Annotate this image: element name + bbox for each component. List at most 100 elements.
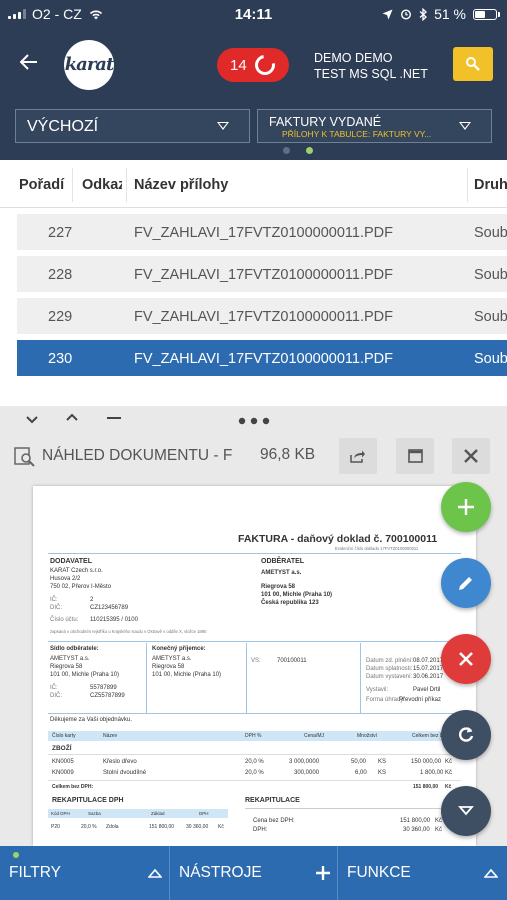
cell-order: 229 [48,309,73,325]
cell-type: Soub [474,267,507,283]
column-divider[interactable] [126,168,127,202]
maximize-button[interactable] [396,438,434,474]
vat-recap-cell: Kč [218,824,224,830]
item-currency: Kč [445,770,453,776]
final-line: AMETYST a.s. [152,656,192,662]
page-dot[interactable] [283,147,290,154]
cell-order: 228 [48,267,73,283]
edit-button[interactable] [441,558,491,608]
column-header-type[interactable]: Druh [474,177,507,193]
divider [48,713,461,714]
more-actions-button[interactable] [441,786,491,836]
item-unit: KS [378,759,387,765]
vat-recap-label: REKAPITULACE DPH [52,797,124,804]
column-divider[interactable] [72,168,73,202]
tab-tools-label: NÁSTROJE [179,864,262,881]
divider [245,808,459,809]
dic-value: CZ123456789 [90,605,129,611]
notification-badge[interactable]: 14 [217,48,289,82]
table-row[interactable]: 229 FV_ZAHLAVI_17FVTZ0100000011.PDF Soub [17,298,507,334]
close-icon [464,449,478,463]
chevron-down-icon [217,122,229,130]
bluetooth-icon [419,7,428,21]
goods-section: ZBOŽÍ [52,745,72,752]
close-preview-button[interactable] [452,438,490,474]
column-header-order[interactable]: Pořadí [19,177,64,193]
customer-name: AMETYST a.s. [261,570,302,576]
item-qty: 6,00 [355,770,367,776]
total-value: 151 800,00 [413,784,439,790]
invoice-page: FAKTURA - daňový doklad č. 700100011 Evi… [33,486,476,846]
minimize-icon[interactable] [107,416,121,420]
invoice-ref: Evidenční číslo dokladu 17FVTZ0100000011 [335,546,419,551]
total-label: Celkem bez DPH: [52,784,94,790]
supplier-line: Husova 2/2 [50,576,81,582]
table-row-selected[interactable]: 230 FV_ZAHLAVI_17FVTZ0100000011.PDF Soub [17,340,507,376]
seat-dic-label: DIČ: [50,693,62,699]
divider [48,641,461,642]
item-price: 3 000,0000 [289,759,320,765]
issuer-label: Vystavil: [366,687,389,693]
vat-recap-cell: P20 [51,824,60,830]
table-select-subtitle: PŘÍLOHY K TABULCE: FAKTURY VY... [282,129,432,139]
view-select[interactable]: VÝCHOZÍ [15,109,250,143]
final-recipient-label: Konečný příjemce: [152,646,206,652]
tab-functions-label: FUNKCE [347,864,411,881]
divider [146,643,147,713]
date-label: Datum vystavení: [366,674,413,680]
cell-type: Soub [474,225,507,241]
preview-title: NÁHLED DOKUMENTU - F [42,447,233,464]
item-name: Křeslo dřevo [103,759,137,765]
recap-row-label: Cena bez DPH: [253,818,295,824]
final-line: Riegrova 58 [152,664,185,670]
divider [246,643,247,713]
chevron-down-icon[interactable] [26,416,38,424]
tab-filters[interactable]: FILTRY [0,846,170,900]
item-header: Číslo karty [52,733,76,739]
share-button[interactable] [339,438,377,474]
tab-tools[interactable]: NÁSTROJE [170,846,338,900]
search-button[interactable] [453,47,493,81]
page-dot-active[interactable] [306,147,313,154]
refresh-button[interactable] [441,710,491,760]
date-value: 15.07.2017 [413,666,444,672]
column-header-link[interactable]: Odkaz [82,177,122,193]
recap-row-currency: Kč [435,818,443,824]
item-total: 150 000,00 [411,759,442,765]
divider [48,553,461,554]
dic-label: DIČ: [50,605,62,611]
table-row[interactable]: 227 FV_ZAHLAVI_17FVTZ0100000011.PDF Soub [17,214,507,250]
invoice-heading: FAKTURA - daňový doklad č. 700100011 [238,533,438,545]
chevron-up-icon[interactable] [66,413,78,421]
date-label: Datum zd. plnění: [366,658,414,664]
user-info: DEMO DEMO TEST MS SQL .NET [314,50,428,82]
plus-icon [458,499,474,515]
table-header: Pořadí Odkaz Název přílohy Druh [0,160,507,208]
karat-logo: karat [64,40,114,90]
drag-handle-icon[interactable] [238,417,270,425]
customer-line: Česká republika 123 [261,600,319,606]
page-indicator [283,147,313,154]
column-header-name[interactable]: Název přílohy [134,177,228,193]
alarm-icon [401,9,412,20]
table-select[interactable]: FAKTURY VYDANÉ PŘÍLOHY K TABULCE: FAKTUR… [257,109,492,143]
preview-title-bar: NÁHLED DOKUMENTU - F 96,8 KB [0,433,507,479]
add-button[interactable] [441,482,491,532]
cell-name: FV_ZAHLAVI_17FVTZ0100000011.PDF [134,225,393,241]
item-vat: 20,0 % [245,770,264,776]
column-divider[interactable] [467,168,468,202]
panel-resize-bar [0,411,507,431]
total-currency: Kč [445,784,452,790]
recap-row-value: 151 800,00 [400,818,431,824]
seat-line: 101 00, Michle (Praha 10) [50,672,120,678]
close-icon [459,652,473,666]
tab-functions[interactable]: FUNKCE [338,846,507,900]
seat-dic: CZ55787899 [90,693,125,699]
table-row[interactable]: 228 FV_ZAHLAVI_17FVTZ0100000011.PDF Soub [17,256,507,292]
search-icon [466,57,480,71]
delete-button[interactable] [441,634,491,684]
back-arrow-icon[interactable] [19,50,46,76]
chevron-down-icon [458,806,474,816]
pencil-icon [459,577,472,590]
supplier-label: DODAVATEL [50,558,92,565]
